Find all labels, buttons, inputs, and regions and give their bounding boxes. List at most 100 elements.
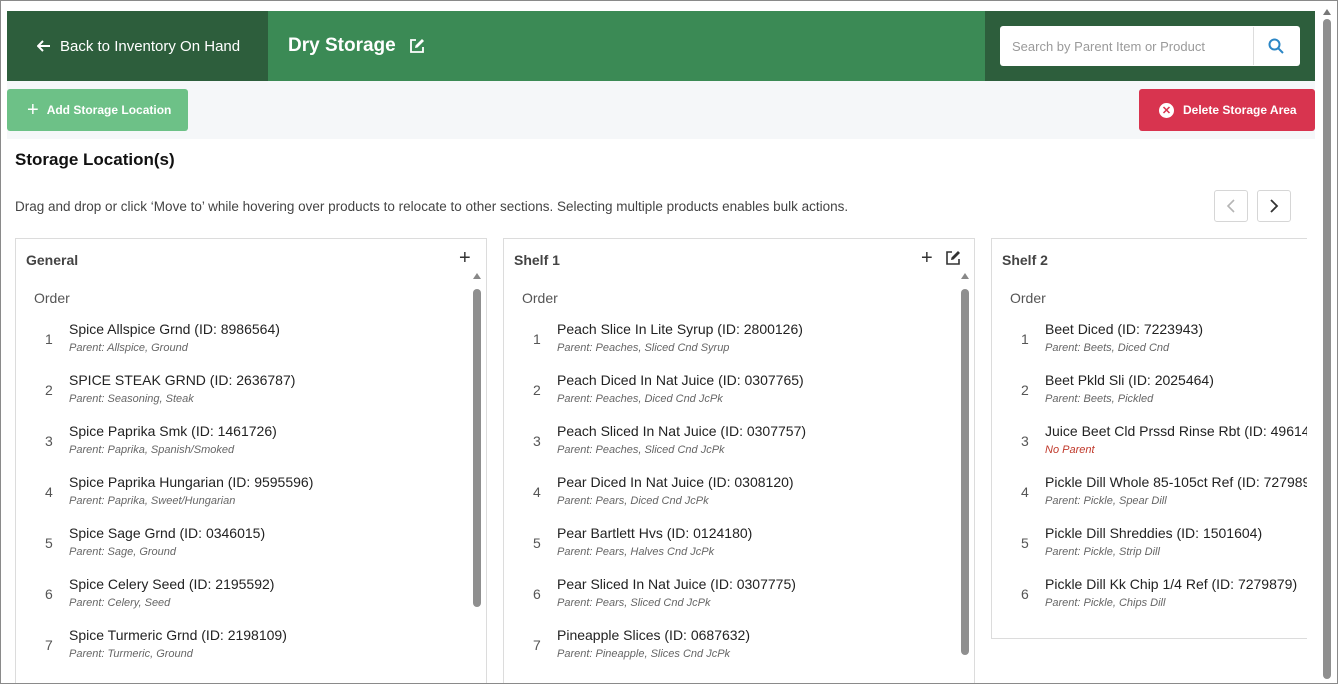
scroll-thumb[interactable] bbox=[961, 289, 969, 655]
item-parent: Parent: Allspice, Ground bbox=[69, 342, 188, 354]
item-order: 5 bbox=[533, 535, 541, 551]
item-parent: Parent: Peaches, Sliced Cnd Syrup bbox=[557, 342, 730, 354]
order-label: Order bbox=[522, 290, 558, 306]
item-parent: Parent: Sage, Ground bbox=[69, 546, 177, 558]
storage-area-name: Dry Storage bbox=[288, 35, 396, 56]
search-area bbox=[985, 11, 1315, 81]
list-item[interactable]: 5 Pickle Dill Shreddies (ID: 1501604) Pare… bbox=[992, 525, 1307, 576]
item-order: 4 bbox=[45, 484, 53, 500]
column-title: General bbox=[26, 252, 79, 268]
add-product-icon[interactable]: + bbox=[921, 248, 933, 268]
item-name: Juice Beet Cld Prssd Rinse Rbt (ID: 4961… bbox=[1045, 423, 1307, 439]
item-order: 5 bbox=[1021, 535, 1029, 551]
item-order: 7 bbox=[533, 637, 541, 653]
add-product-icon[interactable]: + bbox=[459, 248, 471, 268]
item-order: 1 bbox=[45, 331, 53, 347]
item-name: SPICE STEAK GRND (ID: 2636787) bbox=[69, 372, 296, 388]
list-item[interactable]: 3 Juice Beet Cld Prssd Rinse Rbt (ID: 496… bbox=[992, 423, 1307, 474]
item-parent: Parent: Celery, Seed bbox=[69, 597, 171, 609]
item-name: Pickle Dill Whole 85-105ct Ref (ID: 7279… bbox=[1045, 474, 1307, 490]
item-order: 4 bbox=[533, 484, 541, 500]
scroll-up-icon[interactable] bbox=[1323, 9, 1331, 15]
delete-storage-area-button[interactable]: ✕ Delete Storage Area bbox=[1139, 89, 1315, 131]
item-parent: Parent: Pickle, Spear Dill bbox=[1045, 495, 1167, 507]
item-order: 2 bbox=[45, 382, 53, 398]
item-parent: Parent: Turmeric, Ground bbox=[69, 648, 193, 660]
list-item[interactable]: 6 Pear Sliced In Nat Juice (ID: 0307775) P… bbox=[504, 576, 974, 627]
storage-location-column-general: General + Order 1 Spice Allspice Grnd (ID… bbox=[15, 238, 487, 683]
list-item[interactable]: 5 Spice Sage Grnd (ID: 0346015) Parent: Sa… bbox=[16, 525, 486, 576]
item-order: 2 bbox=[533, 382, 541, 398]
storage-location-column-shelf-2: Shelf 2 Order 1 Beet Diced (ID: 7223943) P… bbox=[991, 238, 1307, 639]
action-bar: + Add Storage Location ✕ Delete Storage … bbox=[7, 81, 1315, 139]
item-parent: Parent: Paprika, Sweet/Hungarian bbox=[69, 495, 236, 507]
item-parent: No Parent bbox=[1045, 444, 1095, 456]
list-item[interactable]: 6 Pickle Dill Kk Chip 1/4 Ref (ID: 727987… bbox=[992, 576, 1307, 627]
back-to-inventory-button[interactable]: Back to Inventory On Hand bbox=[7, 11, 268, 81]
item-parent: Parent: Pickle, Chips Dill bbox=[1045, 597, 1166, 609]
item-name: Peach Diced In Nat Juice (ID: 0307765) bbox=[557, 372, 804, 388]
list-item[interactable]: 2 SPICE STEAK GRND (ID: 2636787) Parent: S… bbox=[16, 372, 486, 423]
item-name: Beet Pkld Sli (ID: 2025464) bbox=[1045, 372, 1214, 388]
item-order: 6 bbox=[533, 586, 541, 602]
list-item[interactable]: 1 Beet Diced (ID: 7223943) Parent: Beets, … bbox=[992, 321, 1307, 372]
item-order: 6 bbox=[45, 586, 53, 602]
item-name: Pear Sliced In Nat Juice (ID: 0307775) bbox=[557, 576, 796, 592]
scroll-up-icon[interactable] bbox=[473, 273, 481, 279]
product-list: 1 Peach Slice In Lite Syrup (ID: 2800126)… bbox=[504, 321, 974, 678]
header: Back to Inventory On Hand Dry Storage bbox=[7, 11, 1315, 81]
next-page-button[interactable] bbox=[1257, 190, 1291, 222]
column-scrollbar[interactable] bbox=[473, 273, 482, 683]
add-storage-location-button[interactable]: + Add Storage Location bbox=[7, 89, 188, 131]
item-name: Pickle Dill Shreddies (ID: 1501604) bbox=[1045, 525, 1263, 541]
list-item[interactable]: 1 Peach Slice In Lite Syrup (ID: 2800126)… bbox=[504, 321, 974, 372]
list-item[interactable]: 7 Pineapple Slices (ID: 0687632) Parent: P… bbox=[504, 627, 974, 678]
list-item[interactable]: 1 Spice Allspice Grnd (ID: 8986564) Parent… bbox=[16, 321, 486, 372]
item-name: Peach Sliced In Nat Juice (ID: 0307757) bbox=[557, 423, 807, 439]
list-item[interactable]: 2 Beet Pkld Sli (ID: 2025464) Parent: Beet… bbox=[992, 372, 1307, 423]
edit-icon[interactable] bbox=[409, 38, 425, 54]
scroll-thumb[interactable] bbox=[473, 289, 481, 607]
order-label: Order bbox=[34, 290, 70, 306]
item-order: 1 bbox=[1021, 331, 1029, 347]
list-item[interactable]: 4 Spice Paprika Hungarian (ID: 9595596) Pa… bbox=[16, 474, 486, 525]
close-circle-icon: ✕ bbox=[1159, 102, 1174, 118]
item-name: Spice Paprika Hungarian (ID: 9595596) bbox=[69, 474, 314, 490]
search-box bbox=[1000, 26, 1300, 66]
item-parent: Parent: Beets, Diced Cnd bbox=[1045, 342, 1170, 354]
item-order: 4 bbox=[1021, 484, 1029, 500]
list-item[interactable]: 4 Pickle Dill Whole 85-105ct Ref (ID: 727… bbox=[992, 474, 1307, 525]
item-name: Spice Turmeric Grnd (ID: 2198109) bbox=[69, 627, 287, 643]
item-parent: Parent: Pears, Sliced Cnd JcPk bbox=[557, 597, 711, 609]
item-parent: Parent: Beets, Pickled bbox=[1045, 393, 1154, 405]
list-item[interactable]: 5 Pear Bartlett Hvs (ID: 0124180) Parent: … bbox=[504, 525, 974, 576]
list-item[interactable]: 2 Peach Diced In Nat Juice (ID: 0307765) P… bbox=[504, 372, 974, 423]
page-scrollbar[interactable] bbox=[1321, 5, 1333, 681]
item-name: Peach Slice In Lite Syrup (ID: 2800126) bbox=[557, 321, 803, 337]
item-parent: Parent: Seasoning, Steak bbox=[69, 393, 194, 405]
page-title: Dry Storage bbox=[288, 11, 425, 81]
item-name: Pineapple Slices (ID: 0687632) bbox=[557, 627, 751, 643]
list-item[interactable]: 4 Pear Diced In Nat Juice (ID: 0308120) Pa… bbox=[504, 474, 974, 525]
item-order: 2 bbox=[1021, 382, 1029, 398]
scroll-up-icon[interactable] bbox=[961, 273, 969, 279]
item-name: Spice Sage Grnd (ID: 0346015) bbox=[69, 525, 266, 541]
list-item[interactable]: 3 Peach Sliced In Nat Juice (ID: 0307757)… bbox=[504, 423, 974, 474]
item-order: 3 bbox=[533, 433, 541, 449]
add-storage-location-label: Add Storage Location bbox=[46, 103, 172, 117]
storage-location-column-shelf-1: Shelf 1 + Order 1 Peach Slice In Lite Syr… bbox=[503, 238, 975, 683]
back-label: Back to Inventory On Hand bbox=[60, 37, 241, 55]
list-item[interactable]: 3 Spice Paprika Smk (ID: 1461726) Parent: … bbox=[16, 423, 486, 474]
item-parent: Parent: Peaches, Diced Cnd JcPk bbox=[557, 393, 723, 405]
page-scroll-thumb[interactable] bbox=[1323, 19, 1331, 679]
item-order: 3 bbox=[45, 433, 53, 449]
item-order: 3 bbox=[1021, 433, 1029, 449]
search-input[interactable] bbox=[1000, 27, 1254, 65]
column-scrollbar[interactable] bbox=[961, 273, 970, 683]
item-order: 5 bbox=[45, 535, 53, 551]
search-button[interactable] bbox=[1254, 27, 1298, 65]
previous-page-button[interactable] bbox=[1214, 190, 1248, 222]
list-item[interactable]: 7 Spice Turmeric Grnd (ID: 2198109) Parent… bbox=[16, 627, 486, 678]
list-item[interactable]: 6 Spice Celery Seed (ID: 2195592) Parent: … bbox=[16, 576, 486, 627]
edit-icon[interactable] bbox=[945, 250, 961, 271]
